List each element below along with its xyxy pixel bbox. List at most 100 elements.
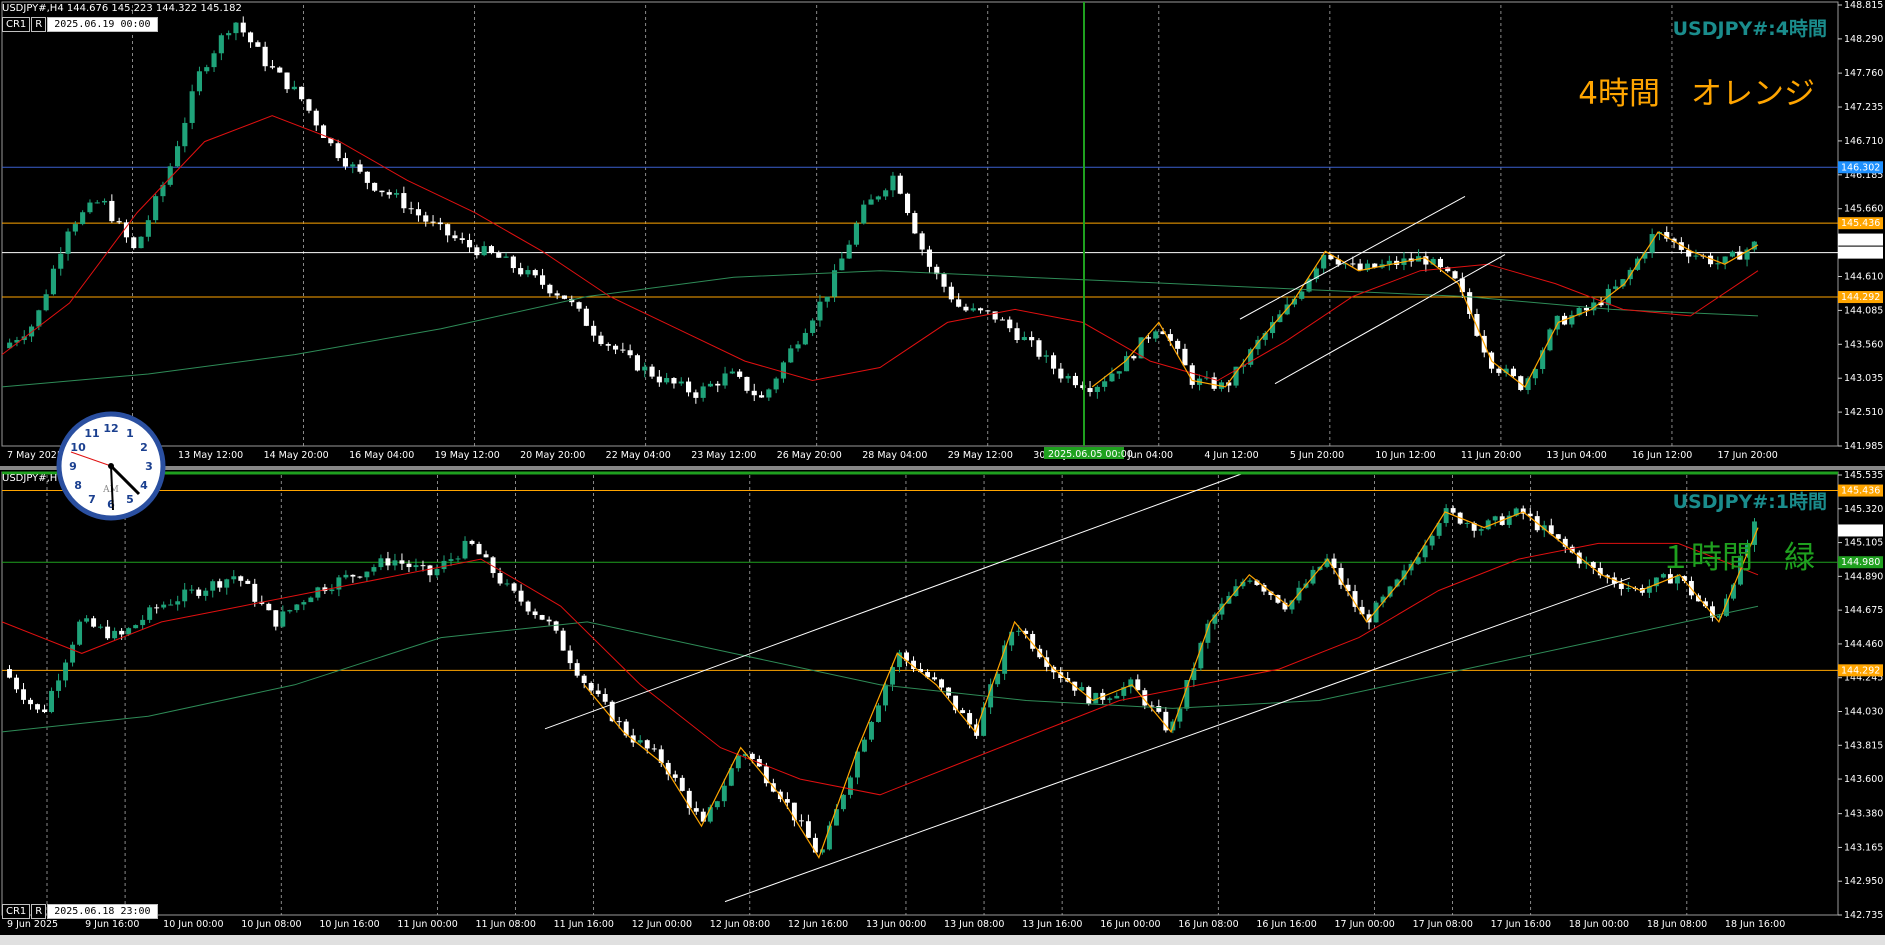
candle-body <box>131 237 137 249</box>
candle-body <box>420 565 426 567</box>
candle-body <box>84 618 90 622</box>
candle-body <box>36 310 42 327</box>
candle-body <box>1693 255 1699 257</box>
candle-body <box>1021 337 1027 341</box>
x-tick-label: 28 May 04:00 <box>862 450 927 461</box>
candle-body <box>1618 583 1624 589</box>
candle-body <box>1357 263 1363 271</box>
candle-body <box>839 258 845 271</box>
candle-body <box>189 589 195 591</box>
x-tick-label: 12 Jun 08:00 <box>710 919 770 930</box>
candle-body <box>883 684 888 706</box>
candle-body <box>231 576 237 580</box>
price-tick-label: 148.290 <box>1844 34 1883 45</box>
candle-body <box>1107 698 1113 700</box>
candle-body <box>87 202 93 213</box>
candle-body <box>56 680 62 691</box>
candle-body <box>182 589 188 602</box>
candle-body <box>462 540 468 559</box>
moving-average-slow <box>1 270 1759 388</box>
r-label[interactable]: R <box>31 17 47 32</box>
candle-body <box>1464 522 1470 524</box>
candle-body <box>455 558 461 560</box>
candle-body <box>1131 356 1137 359</box>
candle-body <box>145 220 151 237</box>
candle-body <box>861 204 867 224</box>
candle-body <box>591 325 597 336</box>
x-tick-label: 22 May 04:00 <box>606 450 671 461</box>
candle-body <box>1145 337 1152 339</box>
clock-numeral: 3 <box>145 460 153 473</box>
candle-body <box>364 171 370 183</box>
candle-body <box>634 355 641 371</box>
candle-body <box>161 604 167 608</box>
candle-body <box>211 53 217 68</box>
x-tick-label: 17 Jun 00:00 <box>1334 919 1394 930</box>
candle-body <box>1072 375 1079 386</box>
candle-body <box>91 618 97 627</box>
candle-body <box>210 581 216 591</box>
candle-body <box>897 175 903 194</box>
candle-body <box>1350 263 1356 265</box>
x-tick-label: 10 Jun 08:00 <box>241 919 301 930</box>
candle-body <box>1510 368 1517 377</box>
candle-body <box>848 777 853 795</box>
x-tick-label: 14 May 20:00 <box>264 450 329 461</box>
x-tick-label: 16 Jun 12:00 <box>1632 450 1692 461</box>
candle-body <box>1109 373 1115 382</box>
candle-body <box>744 376 750 391</box>
analog-clock[interactable]: 12 12 3 45678 9 1011 AM <box>55 410 167 522</box>
price-tick-label: 145.535 <box>1844 470 1883 481</box>
candle-body <box>35 704 40 710</box>
price-tick-label: 143.815 <box>1844 740 1883 751</box>
candle-body <box>780 362 787 379</box>
candle-body <box>42 709 47 713</box>
price-tick-label: 148.815 <box>1844 0 1883 11</box>
channel-upper-line <box>544 472 1246 730</box>
candle-body <box>1175 340 1181 349</box>
candle-body <box>101 200 108 203</box>
h1-chart-canvas[interactable]: 9 Jun 2025 9 Jun 16:00 10 Jun 00:00 10 Jun … <box>0 470 1885 935</box>
candle-body <box>620 349 626 351</box>
candle-body <box>1182 348 1188 366</box>
candle-body <box>963 306 969 311</box>
candle-body <box>1050 355 1057 369</box>
price-tick-label: 142.735 <box>1844 910 1883 921</box>
candle-body <box>904 193 911 214</box>
r-label[interactable]: R <box>31 904 47 919</box>
candle-body <box>291 86 297 90</box>
candle-body <box>1429 535 1435 546</box>
candle-body <box>1674 576 1680 584</box>
candle-body <box>1043 355 1049 357</box>
candle-body <box>49 690 55 713</box>
candle-body <box>1452 271 1458 279</box>
candle-body <box>504 583 510 585</box>
x-tick-label: 26 May 20:00 <box>777 450 842 461</box>
candle-body <box>1094 386 1100 392</box>
candle-body <box>788 348 794 363</box>
candle-body <box>693 808 699 812</box>
candle-body <box>637 740 643 743</box>
candle-body <box>574 663 580 676</box>
plot-frame <box>1 471 1839 916</box>
candle-body <box>642 366 648 371</box>
h4-chart-panel[interactable]: 7 May 20259 May 04:0013 May 12:0014 May … <box>0 0 1885 466</box>
candle-body <box>1474 313 1480 336</box>
candle-body <box>109 200 115 222</box>
candle-body <box>434 569 440 576</box>
h1-chart-panel[interactable]: 9 Jun 2025 9 Jun 16:00 10 Jun 00:00 10 Jun … <box>0 470 1885 935</box>
x-tick-label: 16 Jun 00:00 <box>1100 919 1160 930</box>
candle-body <box>423 215 429 222</box>
candle-body <box>1338 567 1344 585</box>
candle-body <box>203 590 209 596</box>
candle-body <box>481 246 487 256</box>
cr1-label[interactable]: CR1 <box>2 904 31 919</box>
candle-body <box>798 820 804 822</box>
cr1-label[interactable]: CR1 <box>2 17 31 32</box>
x-tick-label: 19 May 12:00 <box>435 450 500 461</box>
x-tick-label: 13 Jun 08:00 <box>944 919 1004 930</box>
candle-body <box>553 621 559 631</box>
candle-body <box>343 574 349 578</box>
candle-body <box>437 222 443 225</box>
candle-body <box>802 332 808 345</box>
